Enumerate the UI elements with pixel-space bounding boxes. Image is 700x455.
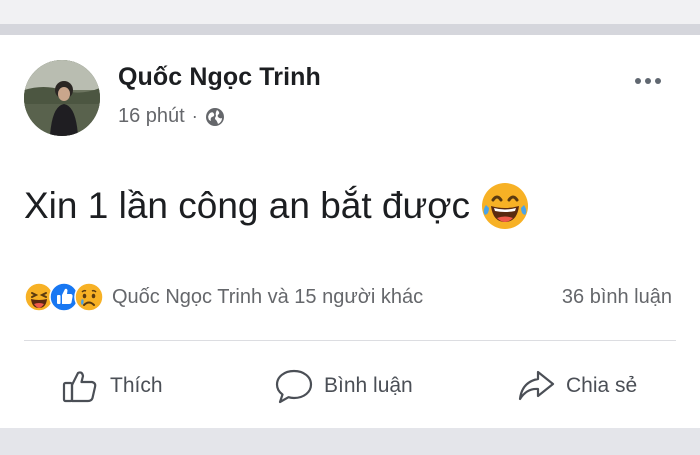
page-top-area bbox=[0, 0, 700, 24]
feed-separator-bottom bbox=[0, 428, 700, 455]
feed-separator-top bbox=[0, 24, 700, 35]
like-label: Thích bbox=[110, 374, 163, 397]
post-text: Xin 1 lần công an bắt được bbox=[24, 185, 471, 226]
comment-button[interactable]: Bình luận bbox=[274, 366, 413, 406]
reactions-summary: Quốc Ngọc Trinh và 15 người khác 36 bình… bbox=[24, 281, 676, 313]
post-meta: 16 phút · bbox=[118, 105, 225, 128]
share-button[interactable]: Chia sẻ bbox=[516, 366, 637, 406]
post-card: Quốc Ngọc Trinh 16 phút · Xin 1 lần công… bbox=[0, 35, 700, 428]
comment-bubble-icon bbox=[274, 366, 314, 406]
comment-count[interactable]: 36 bình luận bbox=[562, 286, 672, 309]
like-button[interactable]: Thích bbox=[60, 366, 163, 406]
share-label: Chia sẻ bbox=[566, 374, 638, 397]
meta-separator: · bbox=[191, 106, 198, 126]
post-actions: Thích Bình luận Chia sẻ bbox=[0, 360, 700, 408]
avatar[interactable] bbox=[24, 60, 100, 136]
post-body: Xin 1 lần công an bắt được bbox=[24, 181, 530, 231]
globe-icon[interactable] bbox=[205, 107, 225, 127]
divider bbox=[24, 340, 676, 341]
thumbs-up-icon bbox=[60, 366, 100, 406]
reaction-names[interactable]: Quốc Ngọc Trinh và 15 người khác bbox=[112, 286, 423, 309]
laughing-tears-emoji bbox=[480, 181, 530, 231]
share-arrow-icon bbox=[516, 366, 556, 406]
comment-label: Bình luận bbox=[324, 374, 413, 397]
post-time[interactable]: 16 phút bbox=[118, 105, 185, 128]
sad-reaction-icon bbox=[74, 282, 104, 312]
avatar-photo bbox=[24, 60, 100, 136]
reaction-icons[interactable] bbox=[24, 282, 104, 312]
more-options-icon[interactable] bbox=[628, 71, 668, 91]
post-author-name[interactable]: Quốc Ngọc Trinh bbox=[118, 63, 321, 92]
